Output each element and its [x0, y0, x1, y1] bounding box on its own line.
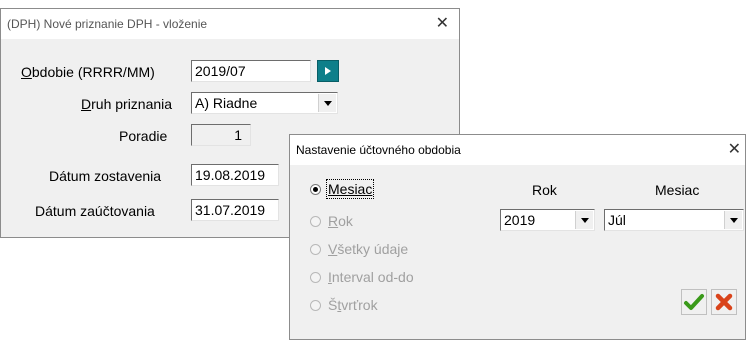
close-icon[interactable]: ✕ [728, 135, 741, 165]
month-column-label: Mesiac [655, 182, 700, 198]
cross-icon [715, 293, 733, 311]
ok-button[interactable] [681, 289, 707, 315]
dropdown-button[interactable] [724, 211, 742, 229]
radio-dot [310, 300, 321, 311]
radio-interval[interactable]: Interval od-do [310, 267, 414, 287]
accounting-period-dialog: Nastavenie účtovného obdobia ✕ Mesiac Ro… [289, 134, 746, 340]
chevron-down-icon [323, 100, 332, 106]
radio-dot [310, 272, 321, 283]
year-column-label: Rok [532, 182, 557, 198]
period-dialog-title: Nastavenie účtovného obdobia [296, 143, 461, 157]
return-type-select[interactable]: A) Riadne [191, 92, 338, 114]
radio-dot [310, 244, 321, 255]
period-dialog-titlebar: Nastavenie účtovného obdobia ✕ [290, 135, 745, 165]
radio-month[interactable]: Mesiac [310, 179, 375, 199]
cancel-button[interactable] [711, 289, 737, 315]
created-date-label: Dátum zostavenia [49, 168, 162, 184]
checkmark-icon [684, 294, 704, 310]
month-select[interactable]: Júl [604, 209, 744, 231]
dropdown-button[interactable] [318, 94, 336, 112]
radio-all-data[interactable]: Všetky údaje [310, 239, 408, 259]
month-value: Júl [608, 212, 626, 228]
radio-dot [310, 184, 321, 195]
return-type-label: Druh priznania [81, 96, 173, 112]
order-value: 1 [191, 124, 251, 146]
period-input[interactable]: 2019/07 [191, 60, 311, 82]
radio-dot [310, 216, 321, 227]
period-label: Obdobie (RRRR/MM) [21, 64, 155, 80]
posting-date-input[interactable]: 31.07.2019 [191, 199, 279, 221]
radio-year[interactable]: Rok [310, 211, 353, 231]
chevron-down-icon [580, 217, 589, 223]
created-date-input[interactable]: 19.08.2019 [191, 164, 279, 186]
vat-dialog-titlebar: (DPH) Nové priznanie DPH - vloženie ✕ [1, 9, 459, 39]
posting-date-label: Dátum zaúčtovania [35, 203, 155, 219]
return-type-value: A) Riadne [195, 95, 258, 111]
year-value: 2019 [504, 212, 536, 228]
dropdown-button[interactable] [575, 211, 593, 229]
radio-quarter[interactable]: Štvrťrok [310, 295, 378, 315]
vat-dialog-title: (DPH) Nové priznanie DPH - vloženie [7, 17, 208, 31]
play-icon [325, 67, 331, 75]
chevron-down-icon [729, 217, 738, 223]
close-icon[interactable]: ✕ [436, 9, 449, 39]
order-label: Poradie [119, 128, 168, 144]
year-select[interactable]: 2019 [500, 209, 595, 231]
confirm-period-button[interactable] [317, 60, 339, 82]
